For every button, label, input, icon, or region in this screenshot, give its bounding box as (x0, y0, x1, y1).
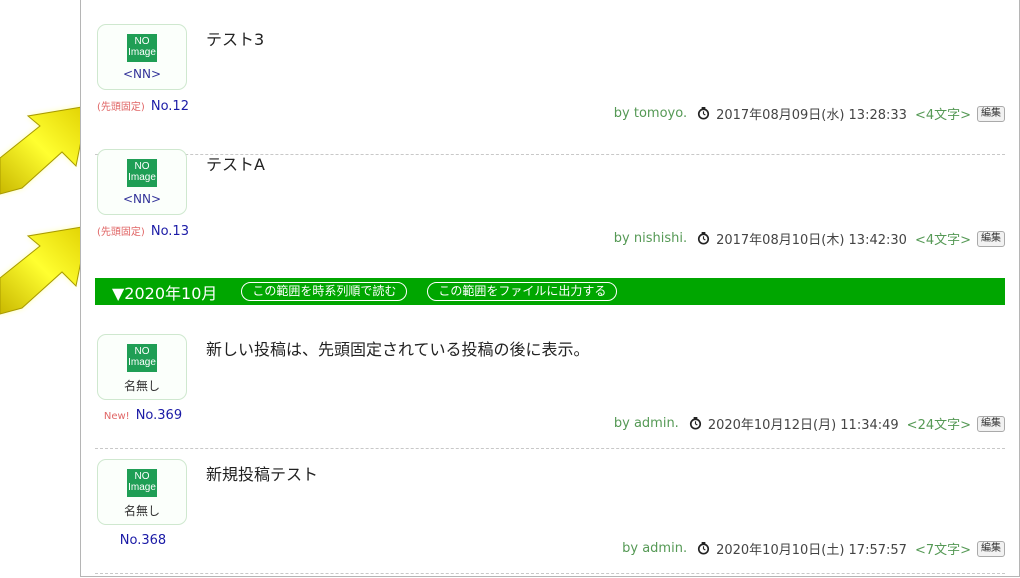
post-item: NO Image <NN> (先頭固定) No.13 テストA by nishish… (81, 139, 1019, 280)
clock-icon (698, 542, 710, 555)
avatar: NO Image 名無し (97, 459, 187, 525)
post-number-link[interactable]: No.369 (136, 408, 182, 423)
post-author[interactable]: by nishishi. (614, 231, 687, 246)
post-author[interactable]: by admin. (614, 416, 679, 431)
avatar: NO Image <NN> (97, 149, 187, 215)
pinned-badge: (先頭固定) (97, 227, 145, 238)
post-title: テストA (206, 155, 265, 174)
avatar: NO Image <NN> (97, 24, 187, 90)
no-image-icon: NO Image (127, 469, 157, 497)
post-item: NO Image <NN> (先頭固定) No.12 テスト3 by tomoyo.… (81, 14, 1019, 155)
new-badge: New! (103, 411, 130, 422)
post-date[interactable]: 2020年10月12日(月) 11:34:49 (708, 414, 899, 433)
post-list-frame: NO Image <NN> (先頭固定) No.12 テスト3 by tomoyo.… (80, 0, 1020, 577)
month-header: ▼2020年10月 この範囲を時系列順で読む この範囲をファイルに出力する (95, 278, 1005, 305)
post-date[interactable]: 2020年10月10日(土) 17:57:57 (716, 539, 907, 558)
post-number-link[interactable]: No.13 (151, 224, 189, 239)
avatar-name: 名無し (123, 379, 160, 393)
edit-button[interactable]: 編集 (977, 230, 1005, 247)
avatar: NO Image 名無し (97, 334, 187, 400)
edit-button[interactable]: 編集 (977, 105, 1005, 122)
no-image-icon: NO Image (127, 34, 157, 62)
clock-icon (698, 232, 710, 245)
post-title: 新規投稿テスト (206, 465, 319, 484)
post-number-link[interactable]: No.368 (120, 533, 166, 548)
post-item: NO Image 名無し New! No.369 新しい投稿は、先頭固定されている投… (81, 324, 1019, 449)
pinned-badge: (先頭固定) (97, 102, 145, 113)
divider (95, 573, 1005, 574)
avatar-name: 名無し (123, 504, 160, 518)
edit-button[interactable]: 編集 (977, 540, 1005, 557)
post-author[interactable]: by admin. (622, 541, 687, 556)
no-image-icon: NO Image (127, 159, 157, 187)
char-count: <24文字> (906, 418, 971, 433)
clock-icon (689, 417, 701, 430)
char-count: <7文字> (914, 543, 971, 558)
post-date[interactable]: 2017年08月10日(木) 13:42:30 (716, 229, 907, 248)
avatar-name: <NN> (122, 67, 162, 81)
char-count: <4文字> (914, 233, 971, 248)
clock-icon (698, 107, 710, 120)
char-count: <4文字> (914, 108, 971, 123)
avatar-name: <NN> (122, 192, 162, 206)
export-file-button[interactable]: この範囲をファイルに出力する (427, 282, 618, 301)
post-number-link[interactable]: No.12 (151, 99, 189, 114)
read-chronological-button[interactable]: この範囲を時系列順で読む (241, 282, 408, 301)
post-item: NO Image 名無し No.368 新規投稿テスト by admin. 202… (81, 449, 1019, 574)
post-date[interactable]: 2017年08月09日(水) 13:28:33 (716, 104, 907, 123)
post-title: テスト3 (206, 30, 265, 49)
edit-button[interactable]: 編集 (977, 415, 1005, 432)
no-image-icon: NO Image (127, 344, 157, 372)
month-title: ▼2020年10月 (112, 283, 218, 303)
post-title: 新しい投稿は、先頭固定されている投稿の後に表示。 (206, 340, 590, 359)
post-author[interactable]: by tomoyo. (614, 106, 687, 121)
